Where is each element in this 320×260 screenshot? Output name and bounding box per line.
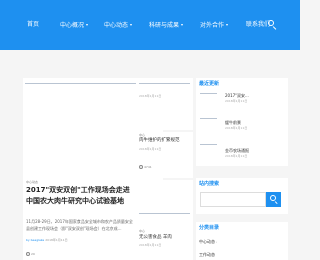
post-category[interactable]: 中心	[139, 229, 145, 233]
post-author[interactable]: by beaglake	[26, 238, 44, 242]
chevron-down-icon: ▾	[86, 22, 89, 27]
post-category[interactable]: 中心动态	[26, 180, 38, 184]
nav-label: 联系我们	[246, 21, 271, 28]
recent-thumbnail[interactable]	[200, 93, 217, 94]
post-card: 中心 无公害食品 羊肉 2018年1月11日	[136, 180, 193, 260]
chevron-down-icon: ▾	[226, 22, 229, 27]
chevron-down-icon: ▾	[181, 22, 184, 27]
recent-date: 2018年1月11日	[225, 99, 248, 103]
post-date: 2018年1月11日	[139, 147, 162, 151]
nav-item-research[interactable]: 科研与成果 ▾	[149, 19, 183, 31]
nav-label: 首页	[27, 21, 40, 28]
recent-thumbnail[interactable]	[200, 144, 217, 145]
category-item[interactable]: 中心动态›	[199, 239, 217, 245]
search-button[interactable]	[266, 192, 281, 207]
eye-icon	[139, 165, 143, 169]
search-input[interactable]	[200, 192, 266, 207]
post-title[interactable]: 肉牛维护的扩繁规范	[139, 138, 180, 144]
search-icon[interactable]	[268, 20, 277, 31]
post-meta: by beaglake 2018年1月11日	[26, 238, 68, 242]
post-views: 29	[26, 252, 35, 256]
nav-item-overview[interactable]: 中心概况 ▾	[60, 19, 88, 31]
recent-date: 2018年1月11日	[225, 126, 248, 130]
widget-title: 站内搜索	[199, 181, 220, 187]
eye-icon	[26, 252, 30, 256]
widget-title: 最近更新	[199, 81, 220, 87]
nav-label: 中心动态	[104, 22, 129, 29]
post-image[interactable]	[139, 213, 190, 214]
nav-item-cooperation[interactable]: 对外合作 ▾	[200, 19, 228, 31]
recent-date: 2018年1月11日	[225, 154, 248, 158]
nav-item-home[interactable]: 首页	[27, 19, 39, 31]
post-title[interactable]: 2017"双安双创"工作现场会走进中国农大肉牛研究中心试验基地	[26, 185, 131, 207]
nav-label: 中心概况	[60, 22, 85, 29]
nav-label: 对外合作	[200, 22, 225, 29]
post-date: 2018年1月11日	[45, 238, 68, 242]
post-date: 2018年1月11日	[139, 243, 162, 247]
chevron-right-icon: ›	[216, 240, 218, 244]
post-card: 中心 肉牛维护的扩繁规范 2018年1月11日 4741	[136, 132, 193, 178]
post-excerpt: 11月28-29日，2017年国家食品安全城市和农产品质量安全县创建工作现场会（…	[26, 219, 133, 231]
post-views: 4741	[139, 165, 152, 169]
nav-item-contact[interactable]: 联系我们	[246, 19, 270, 31]
nav-item-news[interactable]: 中心动态 ▾	[104, 19, 132, 31]
widget-title: 分类目录	[199, 225, 220, 231]
post-category[interactable]: 中心	[139, 133, 145, 137]
post-date: 2018年1月11日	[139, 94, 162, 98]
top-nav: 首页 中心概况 ▾ 中心动态 ▾ 科研与成果 ▾ 对外合作 ▾ 联系我们	[0, 0, 300, 50]
nav-label: 科研与成果	[149, 22, 180, 29]
post-title[interactable]: 无公害食品 羊肉	[139, 235, 172, 241]
recent-thumbnail[interactable]	[200, 118, 217, 119]
chevron-down-icon: ▾	[130, 22, 133, 27]
category-item[interactable]: 工作动态	[199, 252, 215, 258]
categories-widget: 分类目录 中心动态› 工作动态	[196, 222, 288, 260]
post-image[interactable]	[139, 83, 190, 84]
post-card: 2018年1月11日	[136, 78, 193, 130]
recent-posts-widget: 最近更新 2017"双安... 2018年1月11日 缓牛前景 2018年1月1…	[196, 78, 288, 166]
